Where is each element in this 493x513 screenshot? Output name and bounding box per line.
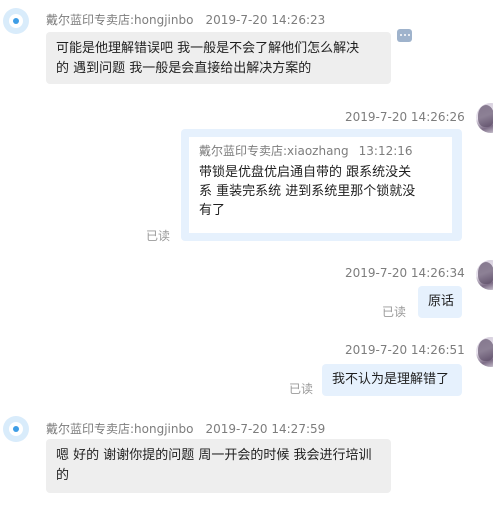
message-time: 2019-7-20 14:26:23 <box>205 13 326 27</box>
sender-name: 戴尔蓝印专卖店:hongjinbo <box>46 13 194 27</box>
message-line: 可能是他理解错误吧 我一般是不会了解他们怎么解决 <box>56 41 360 56</box>
message-line: 嗯 好的 谢谢你提的问题 周一开会的时候 我会进行培训 <box>56 448 372 463</box>
message-meta: 戴尔蓝印专卖店:hongjinbo 2019-7-20 14:26:23 <box>46 11 325 28</box>
user-avatar-icon[interactable] <box>476 337 493 367</box>
sender-name: 戴尔蓝印专卖店:hongjinbo <box>46 422 194 436</box>
outgoing-message-bubble[interactable]: 我不认为是理解错了 <box>322 364 462 396</box>
shop-avatar-icon[interactable] <box>3 416 29 442</box>
read-status: 已读 <box>382 305 407 319</box>
outgoing-message-bubble[interactable]: 原话 <box>418 286 462 318</box>
message-time: 2019-7-20 14:26:26 <box>345 110 465 124</box>
message-line: 的 <box>56 468 70 483</box>
quoted-line: 有了 <box>199 203 226 218</box>
quoted-time: 13:12:16 <box>358 144 413 158</box>
message-meta: 戴尔蓝印专卖店:hongjinbo 2019-7-20 14:27:59 <box>46 420 325 437</box>
quoted-meta: 戴尔蓝印专卖店:xiaozhang 13:12:16 <box>199 143 442 159</box>
message-time: 2019-7-20 14:26:51 <box>345 343 465 357</box>
read-status: 已读 <box>146 229 171 243</box>
message-line: 的 遇到问题 我一般是会直接给出解决方案的 <box>56 61 312 76</box>
quoted-message[interactable]: 戴尔蓝印专卖店:xiaozhang 13:12:16 带锁是优盘优启通自带的 跟系… <box>189 137 452 233</box>
user-avatar-icon[interactable] <box>476 103 493 133</box>
quoted-line: 带锁是优盘优启通自带的 跟系统没关 <box>199 165 412 180</box>
message-time: 2019-7-20 14:26:34 <box>345 266 465 280</box>
quoted-text: 带锁是优盘优启通自带的 跟系统没关 系 重装完系统 进到系统里那个锁就没 有了 <box>199 163 442 220</box>
read-status: 已读 <box>289 382 314 396</box>
quoted-sender: 戴尔蓝印专卖店:xiaozhang <box>199 144 349 158</box>
incoming-message-bubble[interactable]: 嗯 好的 谢谢你提的问题 周一开会的时候 我会进行培训 的 <box>46 439 391 493</box>
avatar-dot <box>13 426 19 432</box>
outgoing-message-bubble[interactable]: 戴尔蓝印专卖店:xiaozhang 13:12:16 带锁是优盘优启通自带的 跟系… <box>181 129 462 241</box>
avatar-dot <box>13 18 19 24</box>
message-text: 我不认为是理解错了 <box>332 372 450 387</box>
quoted-line: 系 重装完系统 进到系统里那个锁就没 <box>199 184 416 199</box>
avatar-hair <box>478 262 493 284</box>
message-time: 2019-7-20 14:27:59 <box>205 422 326 436</box>
more-options-icon[interactable] <box>397 29 412 42</box>
shop-avatar-icon[interactable] <box>3 8 29 34</box>
avatar-hair <box>478 339 493 361</box>
user-avatar-icon[interactable] <box>476 260 493 290</box>
message-text: 原话 <box>428 294 455 309</box>
avatar-hair <box>478 105 493 127</box>
incoming-message-bubble[interactable]: 可能是他理解错误吧 我一般是不会了解他们怎么解决 的 遇到问题 我一般是会直接给… <box>46 32 391 84</box>
